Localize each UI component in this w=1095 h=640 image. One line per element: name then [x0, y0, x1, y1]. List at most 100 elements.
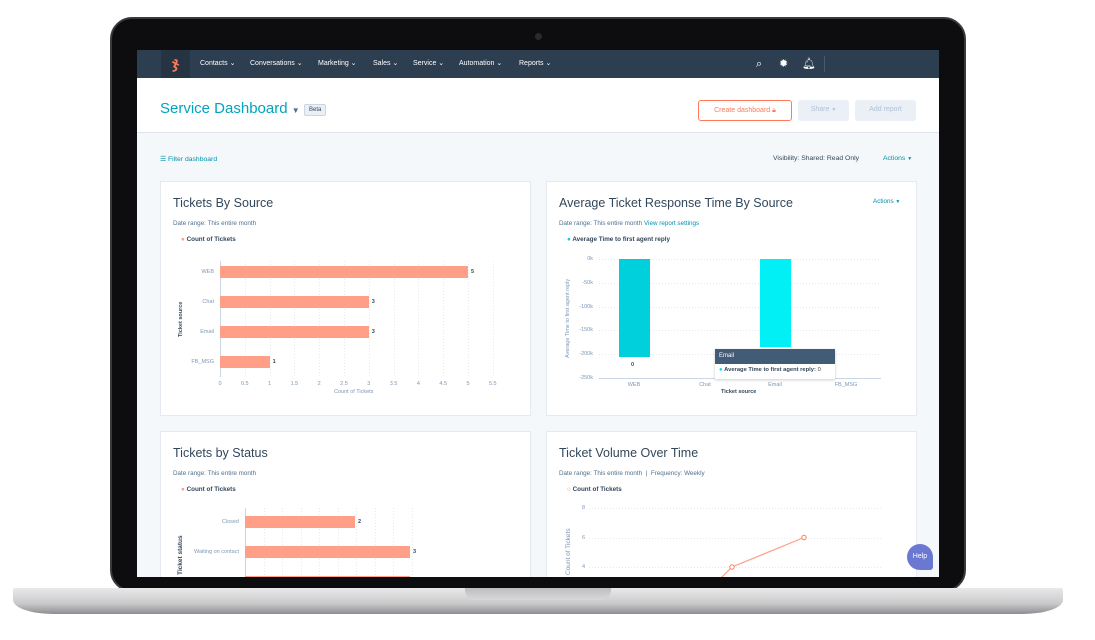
x-tick: 2	[317, 381, 321, 387]
nav-label: Marketing	[318, 60, 349, 67]
bar	[245, 516, 355, 528]
nav-item-automation[interactable]: Automation ⌄	[459, 50, 502, 78]
title-text: Service Dashboard	[160, 100, 288, 117]
nav-item-conversations[interactable]: Conversations ⌄	[250, 50, 303, 78]
y-tick: 0k	[587, 256, 593, 262]
gridline	[468, 261, 469, 377]
bar	[220, 266, 468, 278]
beta-badge: Beta	[304, 104, 327, 116]
line-chart	[721, 534, 807, 577]
gridline	[393, 261, 395, 377]
hubspot-logo-icon[interactable]: ჯ	[161, 50, 190, 78]
x-tick: Email	[768, 382, 782, 388]
caret-down-icon[interactable]: ▼	[292, 106, 300, 115]
gridline	[319, 261, 321, 377]
nav-label: Service	[413, 60, 437, 67]
tooltip: Email ● Average Time to first agent repl…	[715, 349, 835, 379]
bar	[220, 356, 270, 368]
x-tick: 1.5	[290, 381, 299, 387]
gridline	[393, 508, 394, 577]
x-tick: 4.5	[439, 381, 448, 387]
gridline	[443, 261, 445, 377]
bar	[245, 546, 410, 558]
bar	[220, 296, 369, 308]
x-tick: 4	[416, 381, 420, 387]
y-tick: Waiting on contact	[193, 549, 239, 555]
tooltip-value: 0	[817, 367, 821, 373]
help-button[interactable]: Help	[907, 544, 933, 570]
nav-item-contacts[interactable]: Contacts ⌄	[200, 50, 235, 78]
gridline	[374, 508, 376, 577]
caret-down-icon: ▼	[907, 156, 913, 162]
search-icon[interactable]: ⌕	[756, 57, 762, 71]
nav-label: Automation	[459, 60, 495, 67]
visibility-text: Visibility: Shared: Read Only	[773, 155, 860, 162]
tickets-by-source-card: Tickets By Source Date range: This entir…	[160, 181, 531, 416]
nav-item-service[interactable]: Service ⌄	[413, 50, 444, 78]
y-tick: Closed	[221, 519, 239, 525]
share-label: Share	[810, 106, 830, 113]
gridline	[492, 261, 494, 377]
avg-response-time-card: Average Ticket Response Time By Source A…	[546, 181, 917, 416]
y-tick: -200k	[579, 351, 593, 358]
page-header: Service Dashboard ▼ Beta Create dashboar…	[137, 78, 939, 133]
x-tick: 5	[466, 381, 470, 387]
x-tick: 2.5	[340, 381, 348, 387]
gridline	[356, 508, 357, 577]
nav-item-reports[interactable]: Reports ⌄	[519, 50, 551, 78]
bar	[220, 326, 369, 338]
nav-label: Conversations	[250, 60, 295, 67]
data-point[interactable]	[801, 534, 807, 541]
gridline	[294, 261, 296, 377]
data-label: 5	[471, 269, 475, 275]
share-button[interactable]: Share ▼	[798, 100, 849, 121]
x-tick: 5.5	[488, 381, 497, 387]
x-axis-label: Ticket source	[721, 389, 757, 395]
gear-icon[interactable]: ✹	[779, 57, 788, 71]
y-tick: -150k	[579, 327, 593, 334]
data-label: 1	[272, 359, 276, 365]
laptop-notch	[465, 588, 611, 600]
data-label: 3	[413, 549, 417, 555]
x-tick: WEB	[627, 382, 641, 388]
nav-item-sales[interactable]: Sales ⌄	[373, 50, 398, 78]
gridline	[411, 508, 413, 577]
y-tick: Chat	[202, 299, 214, 305]
y-tick: FB_MSG	[191, 359, 214, 365]
add-report-button[interactable]: Add report	[855, 100, 916, 121]
y-tick: -50k	[582, 279, 593, 286]
gridline	[418, 261, 420, 377]
y-tick: WEB	[201, 269, 214, 275]
y-tick: -100k	[579, 303, 593, 310]
y-tick: Email	[200, 329, 214, 335]
filter-dashboard-button[interactable]: ☰ Filter dashboard	[160, 155, 217, 163]
bell-icon[interactable]: 🔔︎	[802, 57, 816, 71]
page-title[interactable]: Service Dashboard ▼	[160, 100, 300, 117]
x-tick: 3.5	[389, 381, 398, 387]
nav-item-marketing[interactable]: Marketing ⌄	[318, 50, 357, 78]
data-point[interactable]	[729, 564, 735, 570]
gridline	[269, 261, 271, 377]
actions-dropdown[interactable]: Actions ▼	[883, 155, 912, 162]
tickets-by-status-card: Tickets by Status Date range: This entir…	[160, 431, 531, 577]
screen: ჯ Contacts ⌄ Conversations ⌄ Marketing ⌄ Sa…	[137, 50, 939, 577]
y-axis-label: Count of Tickets	[565, 528, 572, 575]
data-label: 0	[631, 361, 635, 368]
bar	[760, 259, 791, 348]
top-nav: ჯ Contacts ⌄ Conversations ⌄ Marketing ⌄ Sa…	[137, 50, 939, 78]
gridline	[344, 261, 345, 377]
caret-down-icon: ▼	[831, 107, 837, 113]
dot-icon: ●	[719, 367, 723, 373]
create-label: Create dashboard	[714, 107, 771, 114]
nav-label: Contacts	[200, 60, 228, 67]
x-axis-label: Count of Tickets	[334, 389, 374, 395]
gridline	[368, 261, 370, 377]
divider	[824, 56, 825, 72]
series-line	[721, 536, 805, 577]
tooltip-title: Email	[715, 349, 835, 364]
bar	[619, 259, 650, 357]
filter-label: Filter dashboard	[167, 156, 218, 163]
camera	[535, 33, 542, 40]
bar	[245, 576, 410, 577]
create-dashboard-button[interactable]: Create dashboard 🔒︎	[698, 100, 792, 121]
